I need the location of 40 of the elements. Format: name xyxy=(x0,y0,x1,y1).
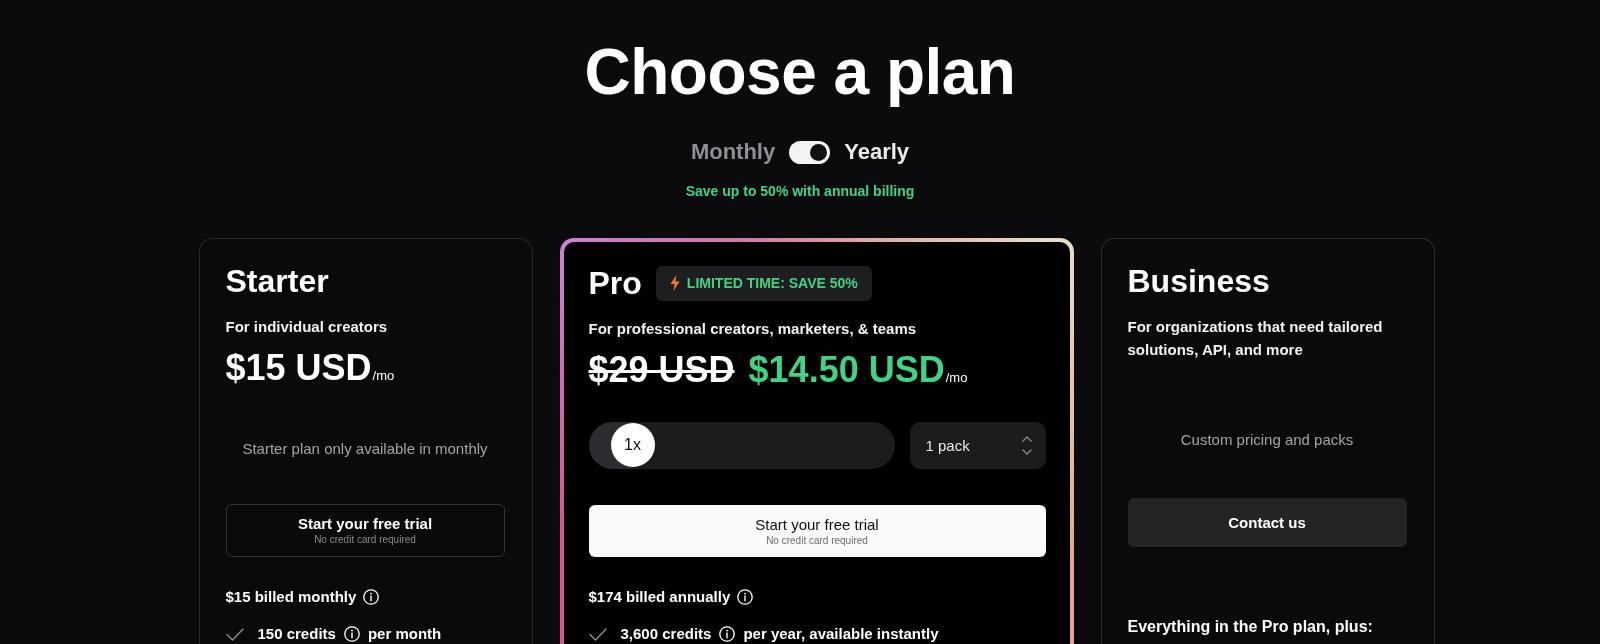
plan-note: Starter plan only available in monthly xyxy=(241,439,489,459)
feature-text: per month xyxy=(367,624,442,644)
billing-option[interactable]: Yearly xyxy=(844,140,910,164)
page-title: Choose a plan xyxy=(584,35,1016,110)
original-price: $29 USD xyxy=(588,348,735,392)
info-icon[interactable] xyxy=(343,626,360,642)
feature-text: 3,600 credits xyxy=(620,624,712,644)
billing-summary: $174 billed annually xyxy=(588,587,731,607)
billing-summary: $15 billed monthly xyxy=(225,587,357,607)
check-icon xyxy=(588,627,607,641)
price-period: /mo xyxy=(945,369,968,387)
quantity-slider-track[interactable]: 1x xyxy=(588,422,895,470)
feature-text: per year, available instantly xyxy=(743,624,939,644)
billing-switch[interactable] xyxy=(789,140,831,164)
plan-note: Custom pricing and packs xyxy=(1179,430,1355,450)
price-period: /mo xyxy=(372,368,395,385)
plan-description: For individual creators xyxy=(225,317,389,337)
plan-description: For professional creators, marketers, & teams xyxy=(588,319,918,339)
plan-name: Business xyxy=(1127,262,1270,300)
plan-price: $15 USD xyxy=(225,346,372,390)
badge-text: LIMITED TIME: SAVE 50% xyxy=(686,275,858,291)
plan-name: Starter xyxy=(225,262,329,300)
plan-price: $14.50 USD xyxy=(748,348,945,392)
feature-text: 150 credits xyxy=(257,624,336,644)
lightning-icon xyxy=(669,275,680,291)
plan-button[interactable]: Start your free trial No credit card required xyxy=(225,504,505,557)
info-icon[interactable] xyxy=(737,589,754,605)
info-icon[interactable] xyxy=(719,626,736,642)
check-icon xyxy=(225,627,244,641)
pack-stepper[interactable]: 1 pack xyxy=(909,422,1046,470)
features-heading: Everything in the Pro plan, plus: xyxy=(1127,617,1374,637)
savings-note: Save up to 50% with annual billing xyxy=(685,182,915,200)
plan-description: For organizations that need tailored solutions, API, and more xyxy=(1127,317,1384,360)
plan-button[interactable]: Contact us xyxy=(1127,498,1407,547)
info-icon[interactable] xyxy=(363,589,380,605)
plan-name: Pro xyxy=(588,264,642,302)
billing-option[interactable]: Monthly xyxy=(690,140,776,164)
chevron-up-icon[interactable] xyxy=(1021,436,1032,443)
plan-button[interactable]: Start your free trial No credit card required xyxy=(588,505,1046,557)
chevron-down-icon[interactable] xyxy=(1021,449,1032,456)
